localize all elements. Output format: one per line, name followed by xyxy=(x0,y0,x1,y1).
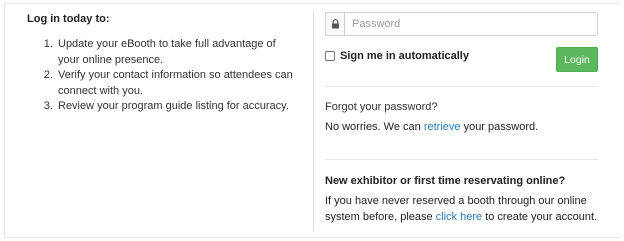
lock-icon xyxy=(326,13,345,35)
forgot-password-text: No worries. We can retrieve your passwor… xyxy=(325,121,538,133)
create-account-link[interactable]: click here xyxy=(436,211,482,223)
divider xyxy=(325,159,598,160)
forgot-text-after: your password. xyxy=(460,121,539,133)
intro-panel: Log in today to: Update your eBooth to t… xyxy=(27,13,297,115)
password-input[interactable] xyxy=(345,13,597,35)
divider xyxy=(325,86,598,87)
steps-list: Update your eBooth to take full advantag… xyxy=(27,37,297,115)
list-item: Review your program guide listing for ac… xyxy=(56,99,297,115)
retrieve-password-link[interactable]: retrieve xyxy=(424,121,461,133)
forgot-password-title: Forgot your password? xyxy=(325,101,438,113)
remember-label: Sign me in automatically xyxy=(340,50,469,62)
forgot-text-before: No worries. We can xyxy=(325,121,424,133)
vertical-divider xyxy=(313,10,314,231)
remember-checkbox[interactable] xyxy=(325,51,335,61)
list-item: Verify your contact information so atten… xyxy=(56,68,297,99)
new-exhibitor-text: If you have never reserved a booth throu… xyxy=(325,194,599,225)
new-text-after: to create your account. xyxy=(482,210,598,223)
remember-me[interactable]: Sign me in automatically xyxy=(325,50,469,62)
login-button[interactable]: Login xyxy=(556,47,598,72)
password-group xyxy=(325,12,598,36)
intro-title: Log in today to: xyxy=(27,13,110,25)
new-exhibitor-title: New exhibitor or first time reservating … xyxy=(325,175,566,187)
list-item: Update your eBooth to take full advantag… xyxy=(56,37,297,68)
login-panel: Sign me in automatically Login Forgot yo… xyxy=(325,0,599,241)
